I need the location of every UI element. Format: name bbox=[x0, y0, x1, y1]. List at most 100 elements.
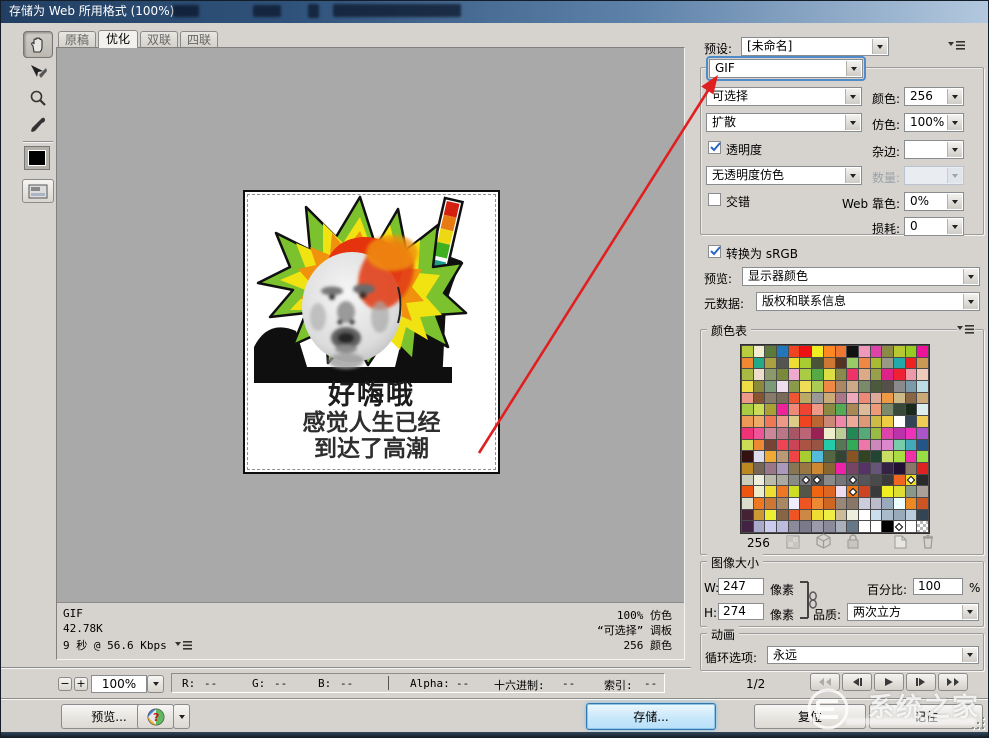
color-swatch[interactable] bbox=[836, 428, 847, 439]
color-swatch[interactable] bbox=[812, 416, 823, 427]
color-swatch[interactable] bbox=[847, 416, 858, 427]
color-swatch[interactable] bbox=[906, 451, 917, 462]
color-swatch[interactable] bbox=[871, 381, 882, 392]
color-swatch[interactable] bbox=[917, 358, 928, 369]
color-swatch[interactable] bbox=[871, 346, 882, 357]
color-swatch[interactable] bbox=[906, 486, 917, 497]
eyedropper-tool[interactable] bbox=[25, 112, 51, 138]
srgb-checkbox[interactable] bbox=[708, 245, 721, 258]
color-swatch[interactable] bbox=[742, 510, 753, 521]
color-swatch[interactable] bbox=[917, 498, 928, 509]
color-swatch[interactable] bbox=[847, 510, 858, 521]
transparency-dither-select[interactable]: 无透明度仿色 bbox=[706, 166, 862, 185]
color-swatch[interactable] bbox=[894, 521, 905, 532]
color-swatch[interactable] bbox=[859, 486, 870, 497]
color-swatch[interactable] bbox=[754, 498, 765, 509]
color-swatch[interactable] bbox=[859, 358, 870, 369]
color-swatch[interactable] bbox=[859, 381, 870, 392]
dither-method-select[interactable]: 扩散 bbox=[706, 113, 862, 132]
color-swatch[interactable] bbox=[917, 381, 928, 392]
color-swatch[interactable] bbox=[906, 510, 917, 521]
color-swatch[interactable] bbox=[917, 510, 928, 521]
color-swatch[interactable] bbox=[812, 475, 823, 486]
color-swatch[interactable] bbox=[894, 404, 905, 415]
tab-original[interactable]: 原稿 bbox=[58, 31, 96, 48]
browser-select-button[interactable]: ? bbox=[137, 704, 174, 729]
color-swatch[interactable] bbox=[765, 521, 776, 532]
color-swatch[interactable] bbox=[812, 369, 823, 380]
color-swatch[interactable] bbox=[25, 147, 49, 169]
color-swatch[interactable] bbox=[789, 463, 800, 474]
color-swatch[interactable] bbox=[754, 381, 765, 392]
color-swatch[interactable] bbox=[917, 475, 928, 486]
color-swatch[interactable] bbox=[882, 486, 893, 497]
color-swatch[interactable] bbox=[871, 393, 882, 404]
color-swatch[interactable] bbox=[812, 440, 823, 451]
color-swatch[interactable] bbox=[789, 510, 800, 521]
color-swatch[interactable] bbox=[894, 358, 905, 369]
color-swatch[interactable] bbox=[742, 393, 753, 404]
color-swatch[interactable] bbox=[836, 381, 847, 392]
color-swatch[interactable] bbox=[812, 463, 823, 474]
color-swatch[interactable] bbox=[777, 393, 788, 404]
color-swatch[interactable] bbox=[812, 404, 823, 415]
color-swatch[interactable] bbox=[906, 463, 917, 474]
color-swatch[interactable] bbox=[742, 416, 753, 427]
color-swatch[interactable] bbox=[847, 404, 858, 415]
color-swatch[interactable] bbox=[742, 486, 753, 497]
color-swatch[interactable] bbox=[836, 498, 847, 509]
color-swatch[interactable] bbox=[824, 475, 835, 486]
color-swatch[interactable] bbox=[847, 393, 858, 404]
color-swatch[interactable] bbox=[754, 369, 765, 380]
color-swatch[interactable] bbox=[800, 498, 811, 509]
color-swatch[interactable] bbox=[871, 358, 882, 369]
color-swatch[interactable] bbox=[917, 416, 928, 427]
color-swatch[interactable] bbox=[754, 404, 765, 415]
color-swatch[interactable] bbox=[894, 451, 905, 462]
status-menu-icon[interactable] bbox=[175, 640, 193, 651]
color-swatch[interactable] bbox=[871, 416, 882, 427]
color-swatch[interactable] bbox=[812, 486, 823, 497]
preset-select[interactable]: [未命名] bbox=[741, 37, 889, 56]
color-swatch[interactable] bbox=[906, 428, 917, 439]
title-bar[interactable]: 存储为 Web 所用格式 (100%) bbox=[1, 1, 988, 23]
color-swatch[interactable] bbox=[754, 358, 765, 369]
preset-menu-icon[interactable] bbox=[948, 40, 966, 51]
color-swatch[interactable] bbox=[847, 451, 858, 462]
color-swatch[interactable] bbox=[894, 428, 905, 439]
color-swatch[interactable] bbox=[894, 510, 905, 521]
color-swatch[interactable] bbox=[894, 346, 905, 357]
color-swatch[interactable] bbox=[812, 510, 823, 521]
color-swatch[interactable] bbox=[742, 358, 753, 369]
zoom-in-button[interactable]: + bbox=[74, 677, 88, 691]
color-swatch[interactable] bbox=[777, 358, 788, 369]
color-swatch[interactable] bbox=[777, 404, 788, 415]
color-swatch[interactable] bbox=[777, 463, 788, 474]
color-swatch[interactable] bbox=[824, 346, 835, 357]
color-swatch[interactable] bbox=[765, 404, 776, 415]
color-swatch[interactable] bbox=[859, 521, 870, 532]
color-swatch[interactable] bbox=[836, 346, 847, 357]
color-swatch[interactable] bbox=[894, 498, 905, 509]
color-swatch[interactable] bbox=[859, 416, 870, 427]
color-swatch[interactable] bbox=[824, 451, 835, 462]
color-swatch[interactable] bbox=[789, 428, 800, 439]
color-swatch[interactable] bbox=[742, 451, 753, 462]
color-swatch[interactable] bbox=[800, 475, 811, 486]
delete-color-icon[interactable] bbox=[920, 533, 936, 550]
color-swatch[interactable] bbox=[765, 381, 776, 392]
color-swatch[interactable] bbox=[836, 521, 847, 532]
color-swatch[interactable] bbox=[847, 346, 858, 357]
color-swatch[interactable] bbox=[859, 475, 870, 486]
color-swatch[interactable] bbox=[894, 381, 905, 392]
color-swatch[interactable] bbox=[917, 369, 928, 380]
color-swatch[interactable] bbox=[871, 498, 882, 509]
color-swatch[interactable] bbox=[742, 475, 753, 486]
color-swatch[interactable] bbox=[754, 393, 765, 404]
height-input[interactable]: 274 bbox=[718, 603, 764, 620]
color-swatch[interactable] bbox=[847, 475, 858, 486]
color-swatch[interactable] bbox=[894, 369, 905, 380]
color-swatch[interactable] bbox=[824, 404, 835, 415]
zoom-tool[interactable] bbox=[25, 86, 51, 110]
color-swatch[interactable] bbox=[824, 510, 835, 521]
